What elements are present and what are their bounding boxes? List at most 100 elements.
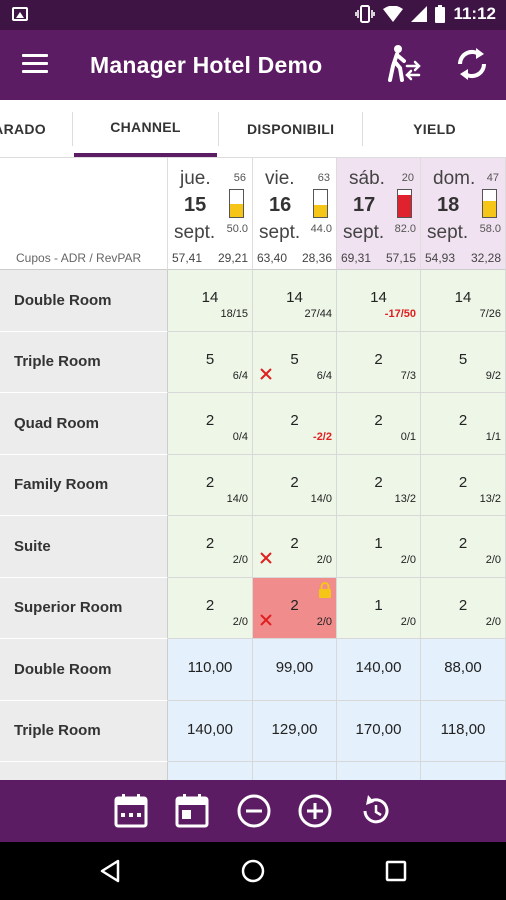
grid-corner: Cupos - ADR / RevPAR [0,158,168,270]
month-label: sept. [427,222,469,243]
price-cell-partial[interactable] [421,762,506,780]
wifi-icon [383,6,404,22]
revpar-value: 57,15 [385,251,416,265]
quota-value: 2 [458,473,468,491]
day-header[interactable]: jue. 15 sept. 56 50.0 57,41 29,21 [168,158,253,270]
room-type-label: Double Room [0,639,168,701]
occupancy-percent: 58.0 [479,223,501,235]
quota-cell[interactable]: 2 2/0 [421,577,506,639]
revpar-value: 29,21 [217,251,248,265]
price-cell[interactable]: 170,00 [337,700,421,762]
occupancy-percent: 50.0 [226,223,248,235]
room-type-label: Triple Room [0,700,168,762]
quota-value: 2 [205,596,215,614]
signal-icon [411,6,428,22]
price-cell-partial[interactable] [253,762,337,780]
revpar-value: 32,28 [470,251,501,265]
day-header[interactable]: sáb. 17 sept. 20 82.0 69,31 57,15 [337,158,421,270]
sold-ratio: 6/4 [316,369,332,382]
quota-value: 14 [370,289,387,306]
plus-circle-icon[interactable] [296,792,334,830]
room-type-label: Double Room [0,270,168,332]
quota-cell[interactable]: 14 7/26 [421,270,506,332]
quota-cell[interactable]: 2 7/3 [337,331,421,393]
quota-cell[interactable]: 2 2/0 [421,516,506,578]
tab-disponibilidad[interactable]: DISPONIBILI [219,100,361,157]
closed-x-icon [260,552,272,564]
quota-cell[interactable]: 2 13/2 [337,454,421,516]
occupancy-fill [314,205,327,217]
occupancy-bar [482,189,497,218]
recents-icon[interactable] [383,858,409,884]
quota-cell[interactable]: 1 2/0 [337,577,421,639]
price-cell[interactable]: 99,00 [253,639,337,701]
quota-cell[interactable]: 2 0/1 [337,393,421,455]
back-icon[interactable] [98,858,124,884]
app-title: Manager Hotel Demo [90,52,323,78]
sync-icon[interactable] [452,44,492,84]
quota-cell[interactable]: 2 13/2 [421,454,506,516]
price-cell[interactable]: 88,00 [421,639,506,701]
sold-ratio: 2/0 [485,554,501,566]
price-cell[interactable]: 140,00 [168,700,253,762]
quota-cell[interactable]: 5 6/4 [168,331,253,393]
quota-value: 2 [374,473,383,491]
quota-value: 2 [458,412,468,429]
quota-value: 2 [374,350,383,368]
tab-yield[interactable]: YIELD [363,100,506,157]
minus-circle-icon[interactable] [235,792,273,830]
quota-cell[interactable]: 2 2/0 [168,516,253,578]
price-cell[interactable]: 140,00 [337,639,421,701]
quota-cell[interactable]: 2 -2/2 [253,393,337,455]
quota-value: 1 [374,535,383,552]
sold-ratio: 18/15 [220,308,248,320]
price-value: 118,00 [440,720,486,738]
adr-value: 54,93 [425,251,456,265]
day-of-week: jue. [180,168,211,189]
quota-cell[interactable]: 14 -17/50 [337,270,421,332]
quota-cell[interactable]: 2 2/0 [253,577,337,639]
quota-cell[interactable]: 14 18/15 [168,270,253,332]
quota-cell[interactable]: 2 14/0 [168,454,253,516]
sold-ratio: 1/1 [485,431,501,443]
quota-value: 2 [458,535,468,552]
quota-cell[interactable]: 2 14/0 [253,454,337,516]
tab-channel[interactable]: CHANNEL [74,100,217,157]
day-header[interactable]: dom. 18 sept. 47 58.0 54,93 32,28 [421,158,506,270]
home-icon[interactable] [240,858,266,884]
occupancy-fill [483,201,496,217]
bottom-toolbar [0,780,506,842]
quota-cell[interactable]: 2 1/1 [421,393,506,455]
calendar-week-icon[interactable] [112,792,150,830]
walk-in-icon[interactable] [382,44,422,84]
sold-ratio: -17/50 [384,308,416,320]
sold-ratio: 6/4 [232,369,248,382]
quota-value: 2 [374,412,383,429]
price-value: 129,00 [271,720,318,738]
quota-value: 5 [205,350,215,368]
sold-ratio: 7/3 [400,369,416,382]
restore-icon[interactable] [357,792,395,830]
day-header[interactable]: vie. 16 sept. 63 44.0 63,40 28,36 [253,158,337,270]
menu-button[interactable] [22,54,48,74]
tab-parado[interactable]: ARADO [0,100,46,157]
price-cell-partial[interactable] [337,762,421,780]
quota-cell[interactable]: 2 2/0 [253,516,337,578]
quota-cell[interactable]: 2 0/4 [168,393,253,455]
quota-value: 5 [290,350,299,368]
quota-cell[interactable]: 14 27/44 [253,270,337,332]
quota-cell[interactable]: 1 2/0 [337,516,421,578]
price-cell[interactable]: 110,00 [168,639,253,701]
calendar-day-icon[interactable] [173,792,211,830]
quota-cell[interactable]: 2 2/0 [168,577,253,639]
availability-grid: Cupos - ADR / RevPAR jue. 15 sept. 56 50.0 57… [0,158,506,780]
quota-value: 2 [290,412,299,429]
quota-cell[interactable]: 5 6/4 [253,331,337,393]
price-value: 88,00 [444,659,482,676]
closed-x-icon [260,613,272,626]
quota-cell[interactable]: 5 9/2 [421,331,506,393]
price-cell[interactable]: 118,00 [421,700,506,762]
corner-label: Cupos - ADR / RevPAR [16,251,142,265]
price-cell[interactable]: 129,00 [253,700,337,762]
price-cell-partial[interactable] [168,762,253,780]
